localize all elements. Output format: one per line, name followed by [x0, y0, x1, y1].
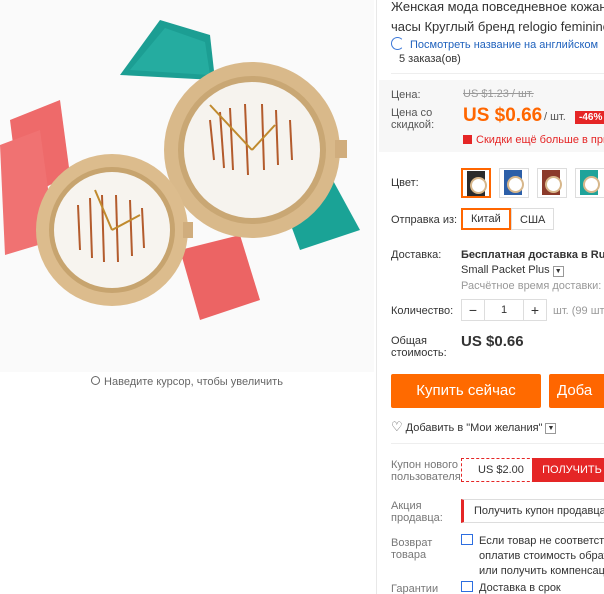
- discount-price-label-2: скидкой:: [391, 119, 435, 131]
- product-title: Женская мода повседневное кожан часы Кру…: [391, 0, 604, 37]
- get-coupon-button[interactable]: ПОЛУЧИТЬ: [532, 458, 604, 482]
- delivery-method: Бесплатная доставка в Russ: [461, 249, 604, 261]
- returns-label-1: Возврат: [391, 537, 433, 549]
- quantity-stepper: − 1 +: [461, 299, 547, 321]
- app-discount-text[interactable]: Скидки ещё больше в прил: [476, 134, 604, 146]
- product-details: Женская мода повседневное кожан часы Кру…: [376, 0, 604, 594]
- returns-line2: оплатив стоимость обратн: [479, 550, 604, 562]
- coupon-label-1: Купон нового: [391, 459, 459, 471]
- quantity-input[interactable]: 1: [484, 300, 524, 320]
- seller-promo-label-1: Акция: [391, 500, 422, 512]
- ship-from-usa[interactable]: США: [511, 208, 555, 230]
- delivery-estimate: Расчётное время доставки: 2: [461, 280, 604, 292]
- color-label: Цвет:: [391, 177, 419, 189]
- truck-icon: [461, 581, 473, 592]
- watch-face-icon: [583, 176, 600, 193]
- coupon-amount: US $2.00: [478, 464, 524, 476]
- ship-from-label: Отправка из:: [391, 214, 458, 226]
- price-unit: / шт.: [544, 111, 566, 123]
- product-image[interactable]: [0, 0, 374, 372]
- quantity-plus-button[interactable]: +: [524, 300, 546, 320]
- new-user-coupon: US $2.00 ПОЛУЧИТЬ: [461, 458, 604, 482]
- chevron-down-icon[interactable]: ▼: [552, 266, 564, 277]
- image-gallery: Наведите курсор, чтобы увеличить: [0, 0, 374, 594]
- discount-badge: -46%: [575, 111, 604, 124]
- divider: [391, 443, 604, 444]
- product-title-line1: Женская мода повседневное кожан: [391, 0, 604, 14]
- new-price: US $0.66: [463, 105, 543, 126]
- app-discount-note[interactable]: Скидки ещё больше в прил: [463, 134, 604, 146]
- returns-info: Если товар не соответству оплатив стоимо…: [461, 534, 604, 579]
- color-swatch-teal-band[interactable]: [575, 168, 604, 198]
- get-seller-coupon-button[interactable]: Получить купон продавца: [461, 499, 604, 523]
- zoom-hint: Наведите курсор, чтобы увеличить: [0, 376, 374, 388]
- coupon-label-2: пользователя: [391, 471, 461, 483]
- price-box: Цена: US $1.23 / шт. Цена со скидкой: US…: [379, 80, 604, 152]
- quantity-label: Количество:: [391, 305, 454, 317]
- delivery-service-name[interactable]: Small Packet Plus: [461, 264, 550, 276]
- total-label-1: Общая: [391, 335, 427, 347]
- seller-promo-label-2: продавца:: [391, 512, 443, 524]
- translate-link-text[interactable]: Посмотреть название на английском: [410, 39, 598, 51]
- returns-line1: Если товар не соответству: [479, 535, 604, 547]
- returns-line3: или получить компенсац: [479, 565, 604, 577]
- orders-count: 5 заказа(ов): [391, 53, 604, 74]
- translate-icon: [391, 37, 404, 50]
- guarantee-text: Доставка в срок: [479, 582, 561, 594]
- price-label: Цена:: [391, 89, 421, 101]
- color-swatch-black-band[interactable]: [461, 168, 491, 198]
- watch-face-icon: [507, 176, 524, 193]
- zoom-hint-text: Наведите курсор, чтобы увеличить: [104, 376, 283, 388]
- watch-photo: [0, 20, 360, 320]
- chevron-down-icon[interactable]: ▼: [545, 423, 557, 434]
- add-to-cart-button[interactable]: Доба: [549, 374, 604, 408]
- quantity-available: шт. (99 шт: [553, 305, 604, 317]
- wishlist-text[interactable]: Добавить в "Мои желания": [406, 422, 543, 434]
- quantity-minus-button[interactable]: −: [462, 300, 484, 320]
- old-price: US $1.23 / шт.: [463, 88, 534, 100]
- guarantee-info: Доставка в срок: [461, 581, 561, 594]
- buy-now-button[interactable]: Купить сейчас: [391, 374, 541, 408]
- color-swatch-blue-band[interactable]: [499, 168, 529, 198]
- discount-price-label-1: Цена со: [391, 107, 433, 119]
- magnifier-icon: [91, 376, 101, 385]
- wishlist-link[interactable]: ♡ Добавить в "Мои желания" ▼: [391, 419, 557, 435]
- heart-icon: ♡: [391, 419, 403, 434]
- return-icon: [461, 534, 473, 545]
- phone-icon: [463, 135, 472, 144]
- guarantee-label: Гарантии: [391, 583, 439, 594]
- returns-label-2: товара: [391, 549, 427, 561]
- translate-link[interactable]: Посмотреть название на английском: [391, 37, 598, 51]
- total-label-2: стоимость:: [391, 347, 447, 359]
- color-swatch-brown-band[interactable]: [537, 168, 567, 198]
- product-title-line2: часы Круглый бренд relogio feminino: [391, 19, 604, 34]
- delivery-label: Доставка:: [391, 249, 442, 261]
- watch-face-icon: [545, 176, 562, 193]
- delivery-method-line2[interactable]: Small Packet Plus ▼: [461, 264, 564, 277]
- ship-from-china[interactable]: Китай: [461, 208, 511, 230]
- watch-face-icon: [470, 177, 487, 194]
- total-price: US $0.66: [461, 333, 524, 350]
